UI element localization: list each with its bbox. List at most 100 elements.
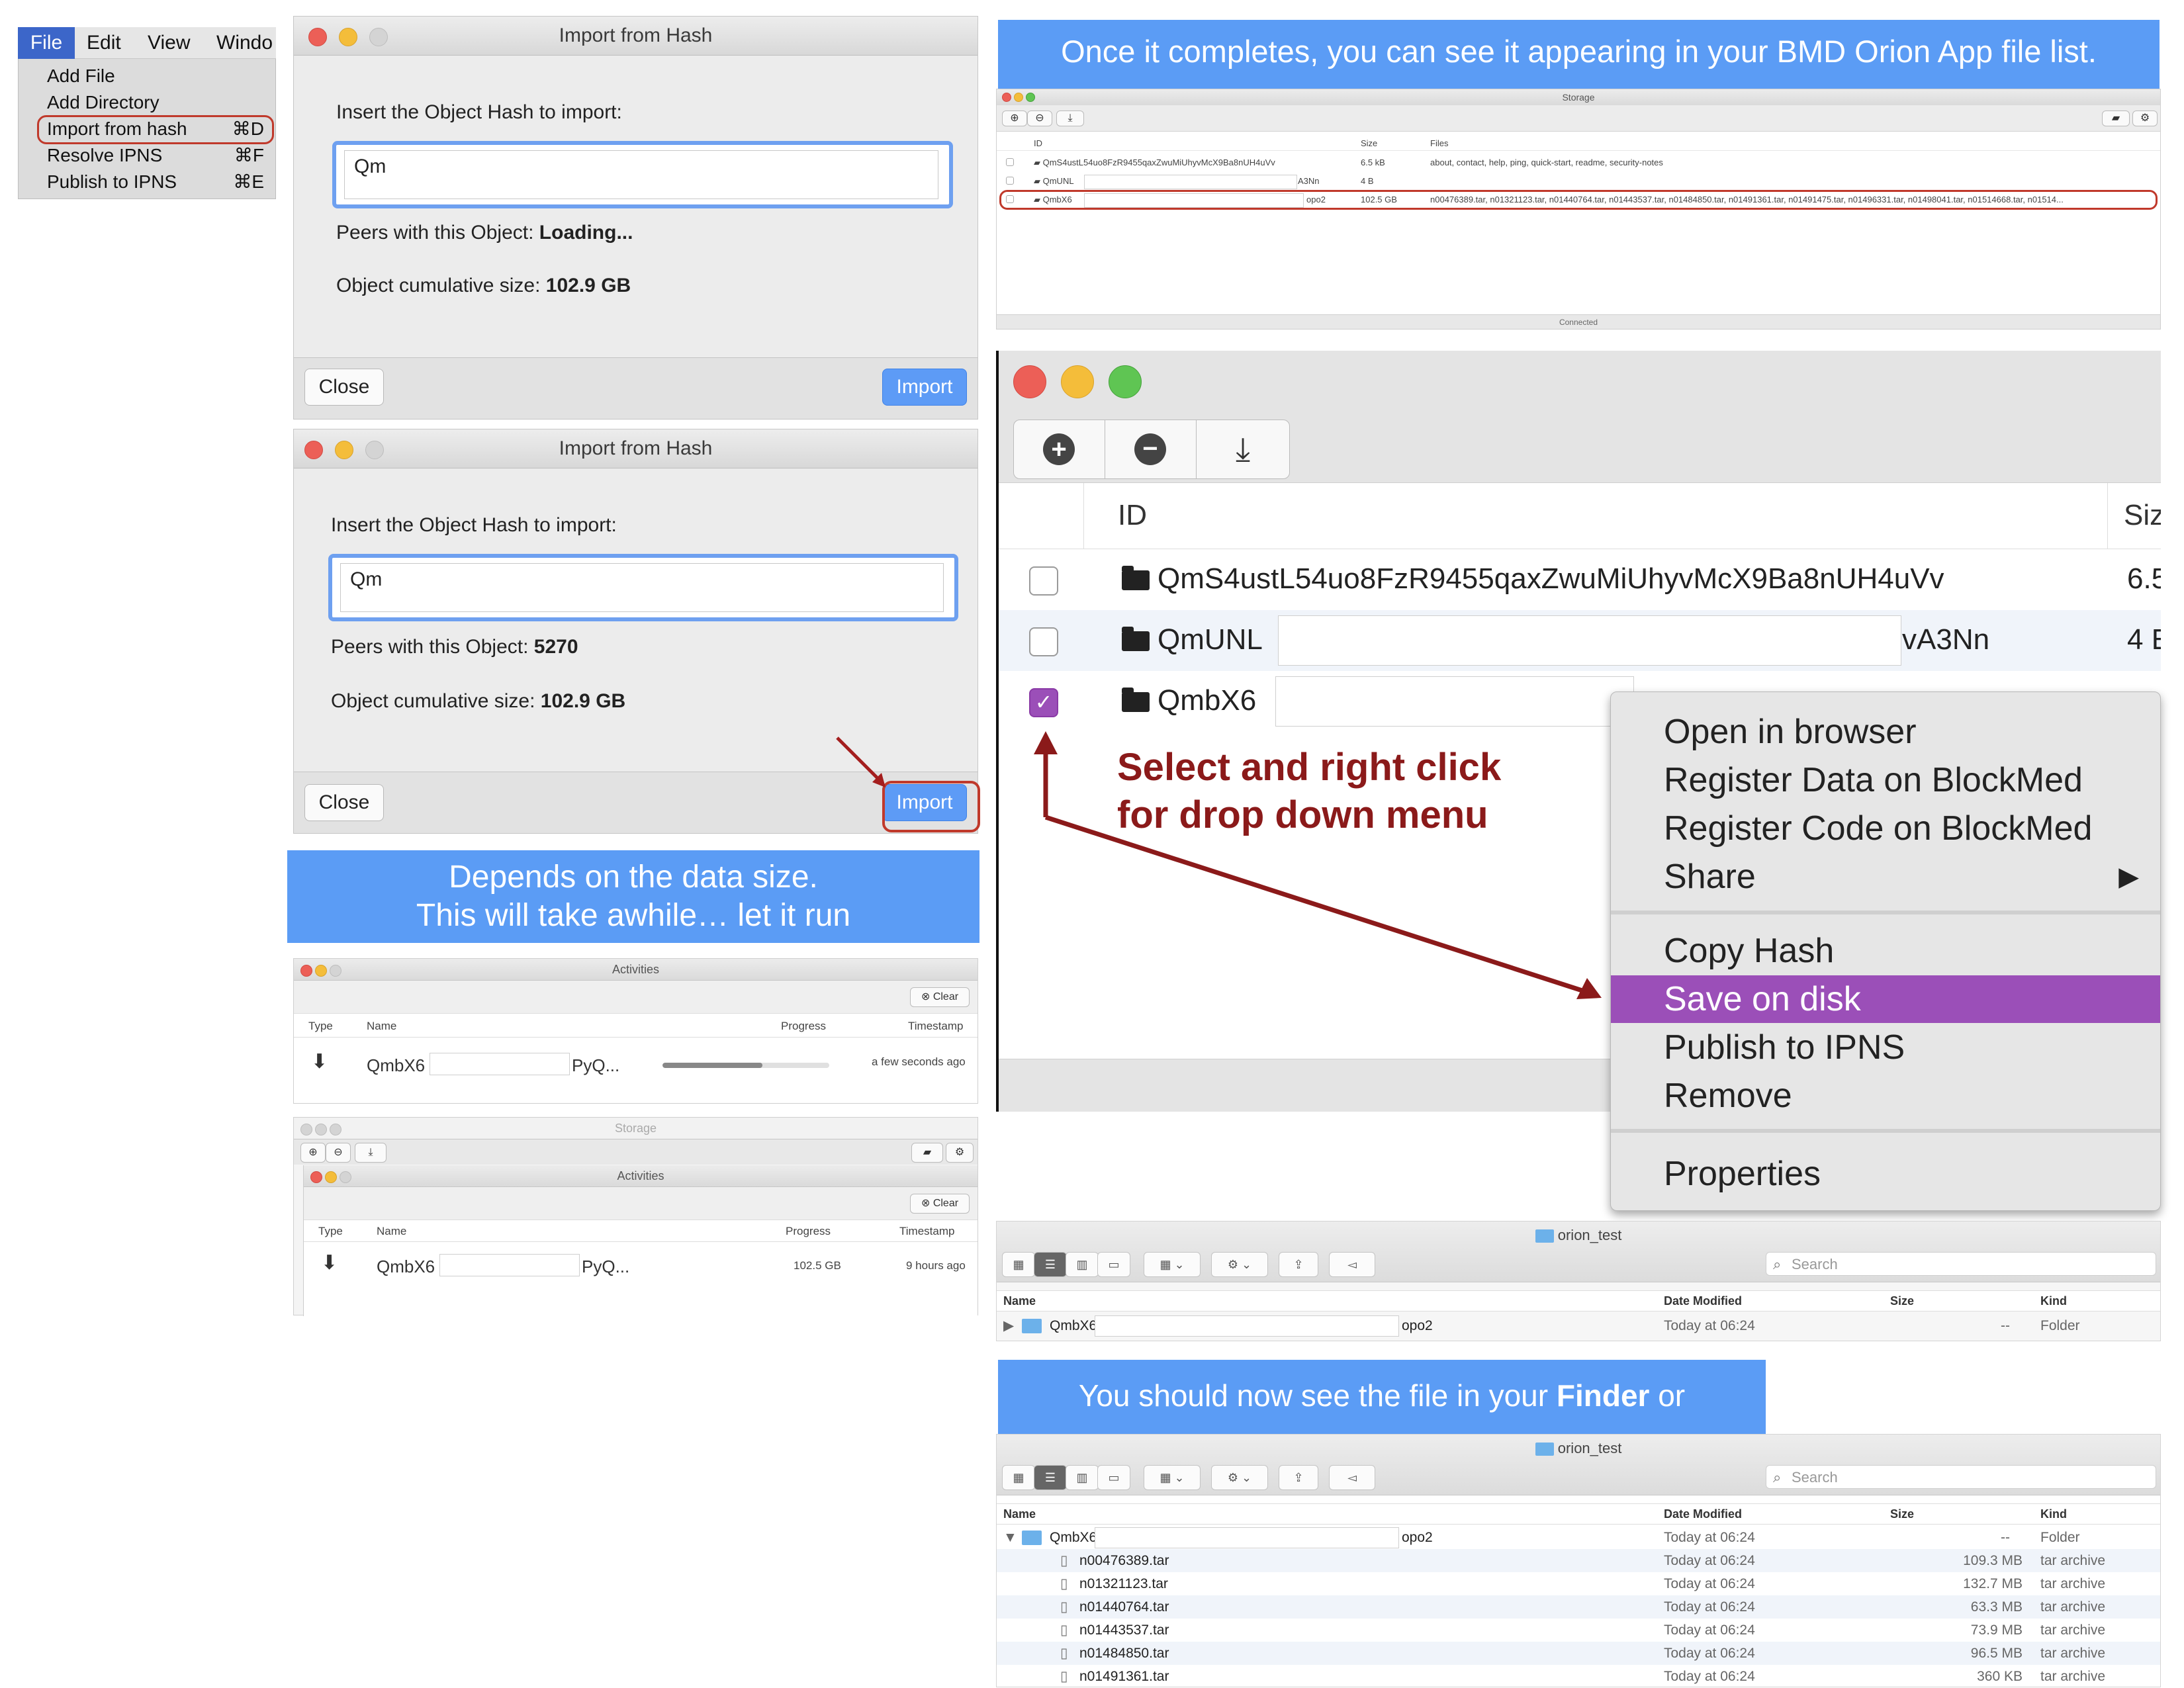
- col-name: Name: [377, 1225, 407, 1237]
- redacted-hash: [1278, 615, 1901, 666]
- hash-prompt: Insert the Object Hash to import:: [331, 514, 617, 536]
- row-checkbox[interactable]: [1029, 566, 1058, 596]
- activity-icon[interactable]: ▰: [911, 1143, 943, 1163]
- menu-register-code[interactable]: Register Code on BlockMed: [1611, 805, 2160, 852]
- disclosure-triangle-icon[interactable]: ▼: [1003, 1526, 1017, 1549]
- menu-open-in-browser[interactable]: Open in browser: [1611, 708, 2160, 756]
- hash-field[interactable]: Qm: [328, 554, 958, 621]
- row-checkbox[interactable]: [1006, 177, 1014, 185]
- tag-icon[interactable]: ◅: [1329, 1465, 1375, 1490]
- activity-name-end: PyQ...: [572, 1055, 620, 1075]
- status-bar: Connected: [997, 314, 2160, 329]
- menu-properties[interactable]: Properties: [1611, 1150, 2160, 1198]
- remove-icon[interactable]: ⊖: [326, 1143, 351, 1163]
- zoomed-row[interactable]: QmUNL vA3Nn 4 E: [999, 610, 2161, 671]
- col-date[interactable]: Date Modified: [1664, 1291, 1742, 1311]
- remove-icon[interactable]: ⊖: [1027, 111, 1052, 126]
- menu-save-on-disk[interactable]: Save on disk: [1611, 975, 2160, 1023]
- zoom-window-icon[interactable]: [1109, 365, 1142, 398]
- tag-icon[interactable]: ◅: [1329, 1252, 1375, 1277]
- col-size: Size: [1361, 138, 1378, 148]
- finder-row[interactable]: ▶ QmbX6 opo2 Today at 06:24 -- Folder: [997, 1314, 2160, 1337]
- storage-row[interactable]: ▰ QmUNL A3Nn 4 B: [997, 173, 2160, 190]
- finder-file-row[interactable]: ▯ n01443537.tar Today at 06:24 73.9 MB t…: [997, 1619, 2160, 1642]
- gear-icon[interactable]: ⚙ ⌄: [1211, 1252, 1268, 1277]
- add-icon[interactable]: ⊕: [1002, 111, 1027, 126]
- menu-view[interactable]: View: [148, 27, 190, 59]
- gear-icon[interactable]: ⚙: [2132, 111, 2158, 126]
- menu-remove[interactable]: Remove: [1611, 1072, 2160, 1120]
- menu-edit[interactable]: Edit: [87, 27, 121, 59]
- storage-toolbar: ⊕ ⊖ ⤓ ▰ ⚙: [294, 1139, 978, 1165]
- finder-file-row[interactable]: ▯ n00476389.tar Today at 06:24 109.3 MB …: [997, 1549, 2160, 1572]
- icon-view-button[interactable]: ▦: [1002, 1252, 1035, 1277]
- col-kind[interactable]: Kind: [2040, 1504, 2067, 1524]
- list-view-button[interactable]: ☰: [1034, 1252, 1067, 1277]
- col-date[interactable]: Date Modified: [1664, 1504, 1742, 1524]
- gear-icon[interactable]: ⚙: [946, 1143, 974, 1163]
- search-input[interactable]: ⌕ Search: [1766, 1252, 2156, 1276]
- download-button[interactable]: ⤓: [1196, 420, 1290, 479]
- col-size[interactable]: Size: [1890, 1291, 1914, 1311]
- finder-parent-row[interactable]: ▼ QmbX6 opo2 Today at 06:24 -- Folder: [997, 1526, 2160, 1549]
- zoomed-row[interactable]: QmS4ustL54uo8FzR9455qaxZwuMiUhyvMcX9Ba8n…: [999, 549, 2161, 610]
- gallery-view-button[interactable]: ▭: [1097, 1465, 1130, 1490]
- menu-item-add-directory[interactable]: Add Directory: [47, 90, 279, 115]
- column-view-button[interactable]: ▥: [1066, 1465, 1099, 1490]
- finder-file-row[interactable]: ▯ n01484850.tar Today at 06:24 96.5 MB t…: [997, 1642, 2160, 1665]
- file-name: n00476389.tar: [1079, 1553, 1169, 1568]
- col-name[interactable]: Name: [1003, 1291, 1036, 1311]
- add-icon[interactable]: ⊕: [300, 1143, 326, 1163]
- menu-item-add-file[interactable]: Add File: [47, 64, 279, 89]
- clear-button[interactable]: ⊗ Clear: [910, 987, 970, 1007]
- menu-item-publish-ipns[interactable]: Publish to IPNS ⌘E: [47, 169, 279, 195]
- icon-view-button[interactable]: ▦: [1002, 1465, 1035, 1490]
- close-window-icon[interactable]: [1013, 365, 1046, 398]
- gear-icon[interactable]: ⚙ ⌄: [1211, 1465, 1268, 1490]
- col-size[interactable]: Size: [1890, 1504, 1914, 1524]
- group-button[interactable]: ▦ ⌄: [1144, 1252, 1201, 1277]
- gallery-view-button[interactable]: ▭: [1097, 1252, 1130, 1277]
- share-icon[interactable]: ⇪: [1279, 1252, 1318, 1277]
- menu-separator: [1611, 1129, 2160, 1133]
- row-checkbox[interactable]: [1029, 627, 1058, 656]
- list-view-button[interactable]: ☰: [1034, 1465, 1067, 1490]
- group-button[interactable]: ▦ ⌄: [1144, 1465, 1201, 1490]
- search-input[interactable]: ⌕ Search: [1766, 1465, 2156, 1489]
- minimize-window-icon[interactable]: [1061, 365, 1094, 398]
- finder-file-row[interactable]: ▯ n01440764.tar Today at 06:24 63.3 MB t…: [997, 1595, 2160, 1619]
- disclosure-triangle-icon[interactable]: ▶: [1003, 1314, 1014, 1337]
- row-checkbox[interactable]: [1006, 158, 1014, 166]
- row-id-end: A3Nn: [1298, 176, 1320, 186]
- menu-item-resolve-ipns[interactable]: Resolve IPNS ⌘F: [47, 143, 279, 168]
- hash-input[interactable]: Qm: [344, 150, 938, 199]
- redacted-hash: [1095, 1527, 1399, 1548]
- share-icon[interactable]: ⇪: [1279, 1465, 1318, 1490]
- menu-copy-hash[interactable]: Copy Hash: [1611, 927, 2160, 975]
- col-name[interactable]: Name: [1003, 1504, 1036, 1524]
- close-button[interactable]: Close: [304, 784, 384, 821]
- finder-file-row[interactable]: ▯ n01491361.tar Today at 06:24 360 KB ta…: [997, 1665, 2160, 1688]
- row-checkbox-checked[interactable]: ✓: [1029, 688, 1058, 717]
- finder-file-row[interactable]: ▯ n01321123.tar Today at 06:24 132.7 MB …: [997, 1572, 2160, 1595]
- dialog-titlebar: Import from Hash: [294, 429, 978, 468]
- add-button[interactable]: +: [1013, 420, 1106, 479]
- col-kind[interactable]: Kind: [2040, 1291, 2067, 1311]
- menu-file[interactable]: File: [18, 27, 75, 59]
- menu-publish-ipns[interactable]: Publish to IPNS: [1611, 1024, 2160, 1071]
- hash-input[interactable]: Qm: [340, 563, 944, 612]
- menu-register-data[interactable]: Register Data on BlockMed: [1611, 756, 2160, 804]
- peers-value: Loading...: [539, 222, 633, 244]
- remove-button[interactable]: −: [1105, 420, 1197, 479]
- hash-field[interactable]: Qm: [332, 141, 953, 208]
- import-button[interactable]: Import: [882, 369, 967, 406]
- download-icon[interactable]: ⤓: [1056, 111, 1084, 126]
- clear-button[interactable]: ⊗ Clear: [910, 1194, 970, 1214]
- close-button[interactable]: Close: [304, 369, 384, 406]
- storage-row[interactable]: ▰ QmS4ustL54uo8FzR9455qaxZwuMiUhyvMcX9Ba…: [997, 154, 2160, 171]
- menu-share[interactable]: Share ▶: [1611, 853, 2160, 901]
- download-icon[interactable]: ⤓: [355, 1143, 387, 1163]
- menu-window[interactable]: Windo: [216, 27, 276, 59]
- column-view-button[interactable]: ▥: [1066, 1252, 1099, 1277]
- activity-icon[interactable]: ▰: [2102, 111, 2130, 126]
